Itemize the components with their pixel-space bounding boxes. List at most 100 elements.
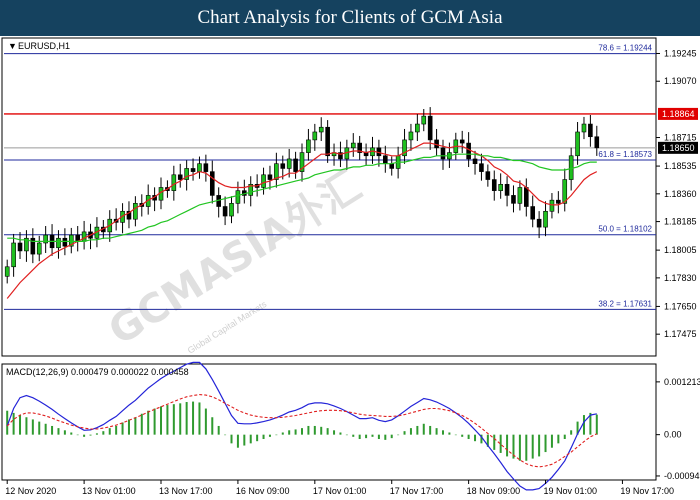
- macd-histogram-bar: [538, 434, 541, 457]
- macd-histogram-bar: [268, 434, 271, 437]
- x-tick-label: 13 Nov 01:00: [82, 486, 136, 496]
- macd-histogram-bar: [172, 404, 175, 435]
- macd-histogram-bar: [429, 425, 432, 435]
- macd-histogram-bar: [454, 434, 457, 436]
- macd-histogram-bar: [243, 434, 246, 446]
- macd-histogram-bar: [384, 434, 387, 440]
- y-tick-label: 1.19070: [664, 76, 697, 86]
- macd-histogram-bar: [262, 434, 265, 440]
- macd-histogram-bar: [249, 434, 252, 444]
- macd-histogram-bar: [326, 428, 329, 435]
- macd-histogram-bar: [25, 417, 28, 435]
- macd-histogram-bar: [275, 434, 278, 436]
- y-tick-label: 1.17830: [664, 273, 697, 283]
- candle-body: [325, 126, 330, 157]
- macd-histogram-bar: [192, 401, 195, 435]
- level-price-label: 1.18864: [662, 109, 695, 119]
- candle-body: [4, 266, 10, 277]
- macd-y-tick-label: 0.00: [664, 430, 682, 440]
- candle-body: [222, 206, 228, 217]
- macd-label: MACD(12,26,9) 0.000479 0.000022 0.000458: [6, 367, 189, 377]
- title-banner: Chart Analysis for Clients of GCM Asia: [0, 0, 700, 36]
- macd-histogram-bar: [544, 434, 547, 453]
- macd-histogram-bar: [531, 434, 534, 459]
- candle-body: [472, 158, 478, 164]
- candle-body: [133, 203, 138, 220]
- y-tick-label: 1.19245: [664, 48, 697, 58]
- candle-body: [312, 131, 318, 141]
- x-tick-label: 17 Nov 01:00: [313, 486, 367, 496]
- candle-body: [209, 171, 215, 196]
- candle-body: [543, 210, 548, 228]
- symbol-triangle-icon[interactable]: ▼: [8, 41, 17, 51]
- candle-body: [171, 174, 177, 191]
- macd-histogram-bar: [557, 434, 560, 444]
- macd-histogram-bar: [160, 406, 163, 435]
- x-tick-label: 12 Nov 2020: [5, 486, 56, 496]
- candle-body: [318, 126, 324, 133]
- candle-body: [197, 163, 202, 172]
- candle-body: [498, 184, 503, 191]
- macd-histogram-bar: [320, 426, 323, 435]
- macd-histogram-bar: [95, 433, 98, 435]
- macd-histogram-bar: [377, 434, 380, 440]
- candle-body: [491, 179, 497, 191]
- macd-histogram-bar: [179, 403, 182, 435]
- macd-histogram-bar: [12, 412, 15, 435]
- macd-y-tick-label: -0.000949: [664, 471, 700, 481]
- macd-histogram-bar: [31, 419, 34, 435]
- candle-body: [267, 174, 273, 180]
- macd-histogram-bar: [147, 410, 150, 435]
- macd-histogram-bar: [301, 428, 303, 435]
- candle-body: [81, 231, 87, 242]
- candle-body: [261, 174, 266, 188]
- candle-body: [459, 139, 465, 144]
- macd-histogram-bar: [38, 421, 41, 435]
- macd-histogram-bar: [256, 434, 259, 442]
- y-tick-label: 1.18715: [664, 133, 697, 143]
- macd-histogram-bar: [371, 434, 374, 437]
- y-tick-label: 1.17650: [664, 301, 697, 311]
- macd-histogram-bar: [108, 428, 111, 435]
- candle-body: [466, 142, 471, 160]
- macd-histogram-bar: [313, 425, 316, 435]
- macd-histogram-bar: [185, 402, 188, 435]
- candle-body: [286, 158, 292, 169]
- candle-body: [235, 190, 241, 204]
- macd-histogram-bar: [140, 413, 143, 435]
- current-price-label: 1.18650: [662, 143, 695, 153]
- macd-histogram-bar: [563, 434, 566, 440]
- macd-histogram-bar: [397, 434, 400, 436]
- macd-histogram-bar: [102, 431, 105, 435]
- macd-histogram-bar: [525, 434, 528, 461]
- macd-histogram-bar: [365, 434, 368, 439]
- macd-histogram-bar: [506, 434, 509, 457]
- macd-histogram-bar: [339, 432, 342, 435]
- macd-histogram-bar: [204, 408, 207, 435]
- candle-body: [556, 199, 561, 204]
- candle-body: [524, 187, 529, 207]
- time-axis: 12 Nov 2020 13 Nov 01:00 13 Nov 17:00 16 No…: [5, 480, 674, 496]
- candle-body: [511, 195, 516, 204]
- macd-histogram-bar: [153, 408, 156, 435]
- macd-histogram-bar: [288, 430, 291, 435]
- candle-body: [17, 242, 23, 252]
- macd-histogram-bar: [307, 425, 310, 435]
- candle-body: [306, 139, 311, 153]
- macd-histogram-bar: [409, 428, 412, 435]
- macd-histogram-bar: [134, 417, 137, 435]
- candle-body: [440, 147, 446, 160]
- fib-level-label: 78.6 = 1.19244: [598, 44, 652, 53]
- candle-body: [280, 163, 286, 169]
- macd-histogram-bar: [211, 417, 214, 435]
- macd-histogram-bar: [70, 432, 73, 435]
- macd-histogram-bar: [352, 434, 355, 437]
- macd-histogram-bar: [518, 434, 521, 461]
- macd-histogram-bar: [115, 425, 118, 435]
- macd-histogram-bar: [281, 432, 284, 435]
- macd-histogram-bar: [236, 434, 239, 448]
- macd-histogram-bar: [467, 434, 470, 440]
- y-tick-label: 1.17475: [664, 329, 697, 339]
- macd-histogram-bar: [358, 434, 361, 440]
- candle-body: [530, 206, 536, 220]
